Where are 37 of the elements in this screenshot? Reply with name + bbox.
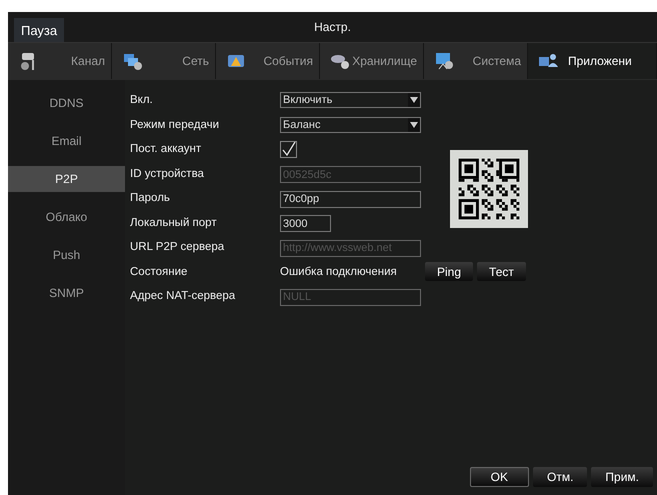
sidebar-item[interactable]: Push (8, 242, 125, 268)
field-label: Адрес NAT-сервера (130, 290, 236, 302)
pause-tab[interactable]: Пауза (14, 18, 64, 42)
dialog-button[interactable]: Отм. (532, 467, 588, 487)
dialog-button[interactable]: OK (470, 467, 529, 487)
dropdown[interactable]: Баланс (280, 116, 421, 133)
tab[interactable]: Хранилище (320, 43, 424, 79)
field-label: Состояние (130, 266, 188, 278)
tab[interactable]: Канал (8, 43, 112, 79)
field-label: Вкл. (130, 94, 154, 106)
sidebar-item[interactable]: Облако (8, 204, 125, 230)
action-button[interactable]: Ping (425, 262, 474, 282)
dialog-button[interactable]: Прим. (591, 467, 653, 487)
action-button[interactable]: Тест (477, 262, 526, 282)
tab[interactable]: События (216, 43, 320, 79)
network-icon (122, 51, 142, 71)
dropdown[interactable]: Включить (280, 92, 421, 108)
field-label: URL P2P сервера (130, 241, 226, 254)
field-label: ID устройства (130, 168, 205, 180)
sidebar-item[interactable]: SNMP (8, 280, 125, 306)
sidebar-item[interactable]: DDNS (8, 90, 125, 116)
field-label: Локальный порт (130, 216, 218, 229)
dropdown-arrow-icon (410, 97, 418, 104)
input-field[interactable]: 70c0pp (280, 190, 421, 208)
sidebar-item[interactable]: P2P (8, 166, 125, 192)
field-label: Пароль (130, 192, 171, 204)
field-label: Режим передачи (130, 118, 220, 131)
checkbox[interactable] (280, 140, 297, 158)
sidebar-item[interactable]: Email (8, 128, 125, 154)
tab[interactable]: Приложени (528, 43, 657, 79)
dropdown-arrow-icon (410, 122, 418, 128)
window-title: Настр. (314, 20, 351, 34)
field-label: Пост. аккаунт (130, 143, 202, 156)
input-field[interactable]: 3000 (280, 215, 331, 232)
status-text: Ошибка подключения (280, 266, 398, 278)
tab[interactable]: Сеть (112, 43, 216, 79)
tab[interactable]: Система (424, 43, 528, 79)
